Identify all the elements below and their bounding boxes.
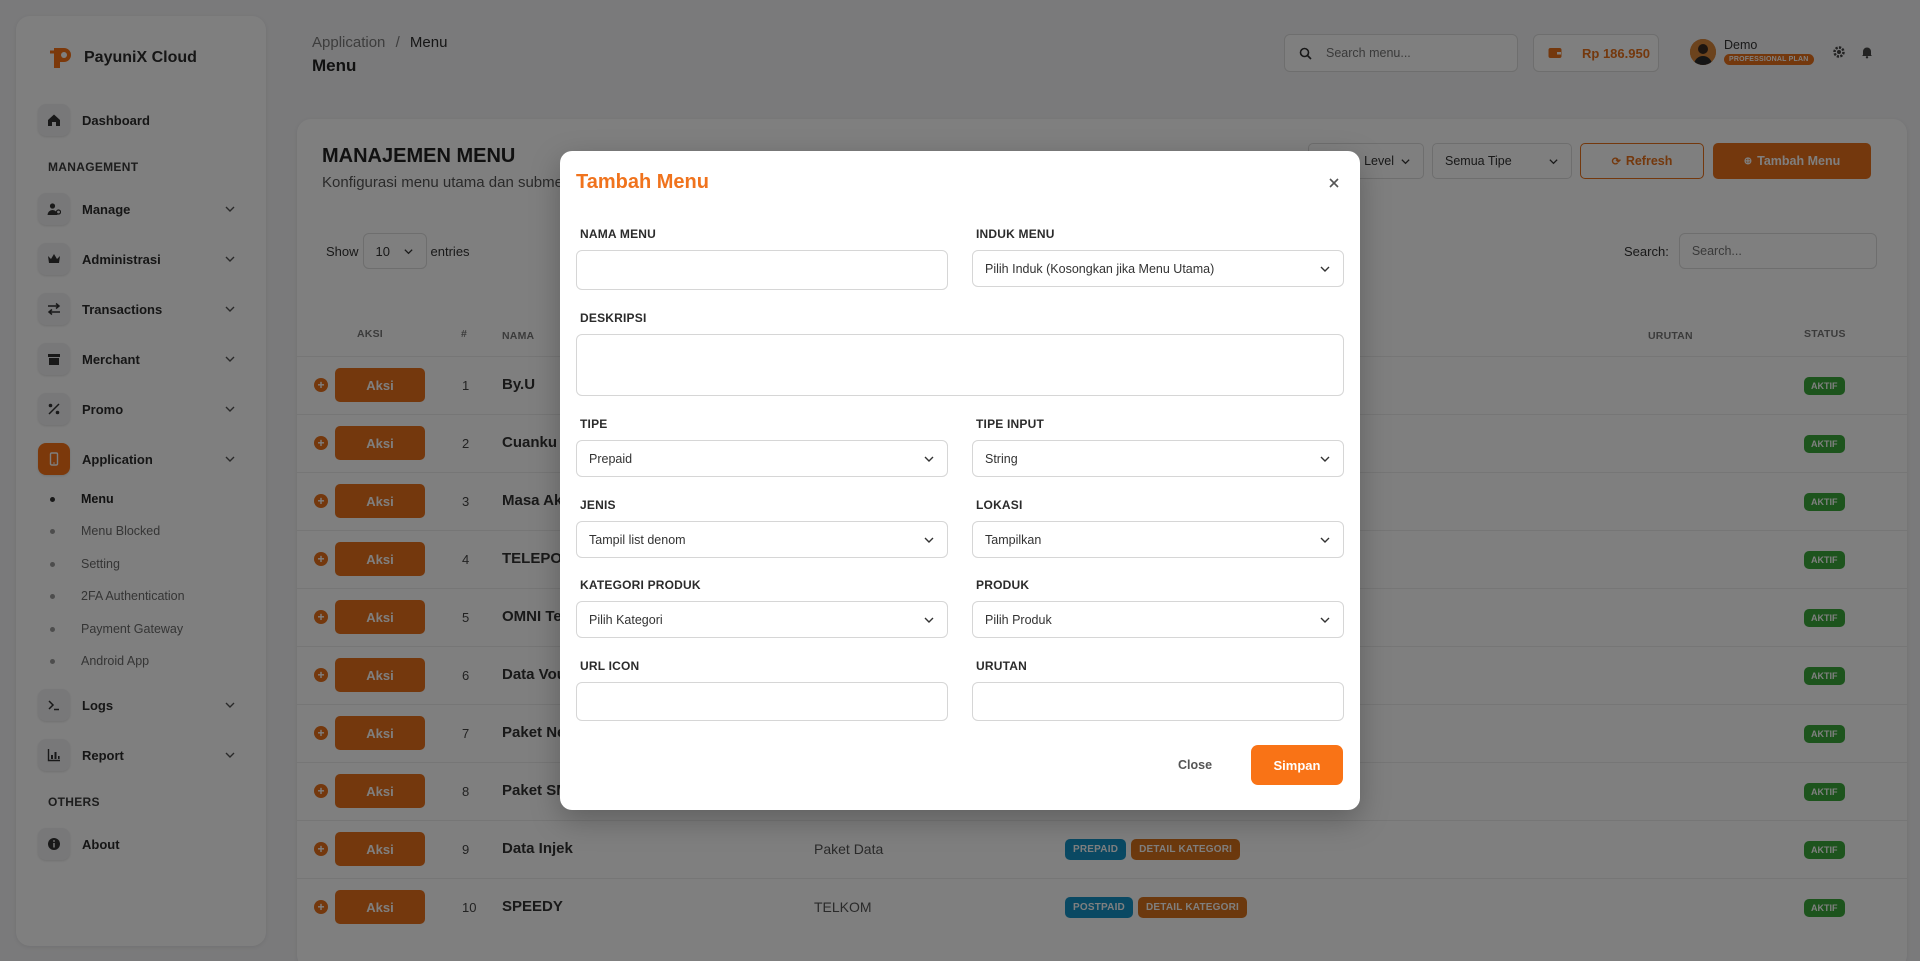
tipe-value: Prepaid [589, 451, 633, 466]
kategori-produk-select[interactable]: Pilih Kategori [576, 601, 948, 638]
urutan-label: URUTAN [976, 659, 1027, 673]
tipe-input-label: TIPE INPUT [976, 417, 1045, 431]
kategori-produk-label: KATEGORI PRODUK [580, 578, 701, 592]
chevron-down-icon [1320, 266, 1330, 272]
deskripsi-textarea[interactable] [576, 334, 1344, 396]
tipe-select[interactable]: Prepaid [576, 440, 948, 477]
induk-menu-select[interactable]: Pilih Induk (Kosongkan jika Menu Utama) [972, 250, 1344, 287]
jenis-select[interactable]: Tampil list denom [576, 521, 948, 558]
deskripsi-label: DESKRIPSI [580, 311, 647, 325]
chevron-down-icon [924, 617, 934, 623]
tipe-input-value: String [985, 451, 1018, 466]
lokasi-select[interactable]: Tampilkan [972, 521, 1344, 558]
chevron-down-icon [1320, 617, 1330, 623]
save-button[interactable]: Simpan [1251, 745, 1343, 785]
lokasi-value: Tampilkan [985, 532, 1042, 547]
close-button[interactable]: Close [1178, 758, 1212, 772]
chevron-down-icon [1320, 456, 1330, 462]
jenis-label: JENIS [580, 498, 616, 512]
tipe-input-select[interactable]: String [972, 440, 1344, 477]
induk-menu-label: INDUK MENU [976, 227, 1055, 241]
url-icon-input[interactable] [576, 682, 948, 721]
nama-menu-label: NAMA MENU [580, 227, 657, 241]
produk-select[interactable]: Pilih Produk [972, 601, 1344, 638]
chevron-down-icon [924, 537, 934, 543]
induk-menu-value: Pilih Induk (Kosongkan jika Menu Utama) [985, 261, 1215, 276]
produk-label: PRODUK [976, 578, 1030, 592]
url-icon-label: URL ICON [580, 659, 640, 673]
produk-value: Pilih Produk [985, 612, 1052, 627]
close-icon[interactable] [1326, 175, 1342, 191]
kategori-produk-value: Pilih Kategori [589, 612, 663, 627]
tipe-label: TIPE [580, 417, 608, 431]
chevron-down-icon [924, 456, 934, 462]
add-menu-modal: Tambah Menu NAMA MENU INDUK MENU Pilih I… [560, 151, 1360, 810]
lokasi-label: LOKASI [976, 498, 1023, 512]
jenis-value: Tampil list denom [589, 532, 686, 547]
chevron-down-icon [1320, 537, 1330, 543]
urutan-input[interactable] [972, 682, 1344, 721]
nama-menu-input[interactable] [576, 250, 948, 290]
modal-title: Tambah Menu [576, 171, 709, 193]
